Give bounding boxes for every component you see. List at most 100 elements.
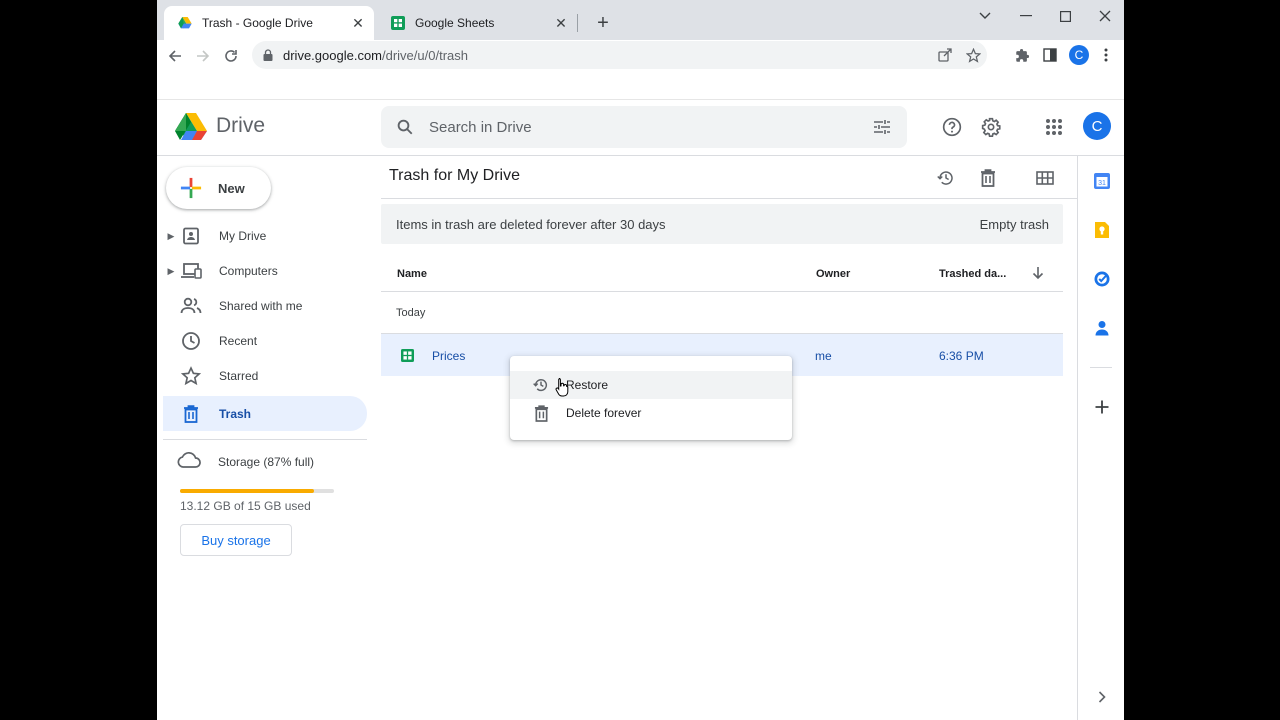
calendar-icon[interactable]: 31 [1092,171,1112,191]
sheets-file-icon [401,349,414,362]
contacts-icon[interactable] [1092,318,1112,338]
sidebar-item-shared-with-me[interactable]: Shared with me [163,289,367,323]
hand-pointer-cursor-icon [555,378,569,397]
lock-icon[interactable] [262,48,274,62]
search-options-icon[interactable] [857,119,907,135]
title-divider [381,198,1077,199]
tab-title: Google Sheets [415,16,495,30]
side-panel-divider [1090,367,1112,368]
shared-icon [180,295,202,317]
tab-separator [577,14,578,32]
menu-item-delete-forever[interactable]: Delete forever [510,399,792,427]
back-icon[interactable] [163,44,187,68]
new-button[interactable]: New [166,167,271,209]
banner-message: Items in trash are deleted forever after… [396,216,666,232]
menu-item-label: Restore [566,378,609,392]
browser-toolbar: drive.google.com/drive/u/0/trash C [157,40,1124,70]
group-label-today: Today [396,307,426,319]
column-header-name[interactable]: Name [397,268,427,280]
sheets-favicon-icon [391,16,405,30]
new-tab-icon[interactable]: + [593,13,613,33]
star-icon [180,365,202,387]
sidebar-item-computers[interactable]: ▶ Computers [163,254,367,288]
page-title: Trash for My Drive [389,167,520,184]
search-input[interactable] [429,118,857,136]
empty-trash-button[interactable]: Empty trash [980,217,1049,232]
tab-close-icon[interactable]: ✕ [553,15,569,31]
url-path: /drive/u/0/trash [382,47,468,63]
settings-gear-icon[interactable] [978,114,1004,140]
apps-grid-icon[interactable] [1041,114,1067,140]
file-name: Prices [432,349,466,363]
restore-all-icon[interactable] [934,166,958,190]
tab-strip: Trash - Google Drive ✕ Google Sheets ✕ + [157,0,1124,40]
share-icon[interactable] [931,41,959,69]
buy-storage-button[interactable]: Buy storage [180,524,292,556]
side-panel-icon[interactable] [1038,43,1062,67]
bookmark-star-icon[interactable] [959,41,987,69]
menu-item-restore[interactable]: Restore [510,371,792,399]
sidebar-item-label: Computers [219,264,278,278]
sidebar-item-label: Trash [219,406,252,421]
sidebar-item-label: Shared with me [219,299,303,313]
app-name: Drive [216,114,266,137]
forward-icon[interactable] [191,44,215,68]
sidebar-divider [163,439,367,440]
sidebar-item-label: My Drive [219,229,267,243]
side-panel: 31 [1077,156,1124,720]
trash-info-banner: Items in trash are deleted forever after… [381,204,1063,244]
sidebar-item-trash[interactable]: Trash [163,396,367,431]
tab-close-icon[interactable]: ✕ [350,15,366,31]
help-icon[interactable] [939,114,965,140]
url-text[interactable]: drive.google.com/drive/u/0/trash [283,48,931,63]
sidebar-item-recent[interactable]: Recent [163,324,367,358]
sidebar-item-storage[interactable]: Storage (87% full) [177,452,314,471]
reload-icon[interactable] [219,44,243,68]
account-avatar[interactable]: C [1083,112,1111,140]
restore-icon [531,375,551,395]
sidebar-item-my-drive[interactable]: ▶ My Drive [163,219,367,253]
search-bar[interactable] [381,106,907,148]
tab-search-chevron-icon[interactable] [965,6,1005,26]
drive-logo-icon [175,113,207,140]
tab-drive-trash[interactable]: Trash - Google Drive ✕ [164,6,374,40]
drive-logo[interactable]: Drive [175,112,265,140]
storage-label: Storage (87% full) [218,454,315,469]
browser-menu-icon[interactable] [1094,43,1118,67]
profile-letter: C [1069,45,1089,65]
tab-google-sheets[interactable]: Google Sheets ✕ [377,6,577,40]
clock-icon [180,330,202,352]
chevron-right-icon[interactable] [1092,687,1112,707]
drive-favicon-icon [178,17,192,29]
browser-window: Trash - Google Drive ✕ Google Sheets ✕ + [157,0,1124,720]
minimize-icon[interactable] [1006,6,1046,26]
grid-view-icon[interactable] [1033,166,1057,190]
profile-avatar[interactable]: C [1067,43,1091,67]
maximize-icon[interactable] [1045,6,1085,26]
computers-icon [180,260,202,282]
menu-item-label: Delete forever [566,406,642,420]
column-header-trashed-date[interactable]: Trashed da... [939,268,1006,280]
file-owner: me [815,349,832,363]
file-trashed-time: 6:36 PM [939,349,984,363]
sidebar-item-starred[interactable]: Starred [163,359,367,393]
cloud-icon [177,452,201,471]
sort-arrow-down-icon[interactable] [1032,266,1044,283]
add-addon-plus-icon[interactable] [1092,397,1112,417]
keep-icon[interactable] [1092,220,1112,240]
svg-text:31: 31 [1098,180,1106,187]
storage-progress-fill [180,489,314,493]
column-header-owner[interactable]: Owner [816,268,850,280]
tasks-icon[interactable] [1092,269,1112,289]
trash-icon [180,403,202,425]
expand-arrow-icon[interactable]: ▶ [164,231,178,242]
expand-arrow-icon[interactable]: ▶ [164,266,178,277]
window-close-icon[interactable] [1085,6,1124,26]
extensions-puzzle-icon[interactable] [1010,43,1034,67]
url-host: drive.google.com [283,47,382,63]
delete-forever-toolbar-icon[interactable] [976,166,1000,190]
address-bar[interactable]: drive.google.com/drive/u/0/trash [252,41,987,69]
search-icon[interactable] [381,118,429,136]
new-button-label: New [218,180,245,196]
sidebar-item-label: Recent [219,334,258,348]
